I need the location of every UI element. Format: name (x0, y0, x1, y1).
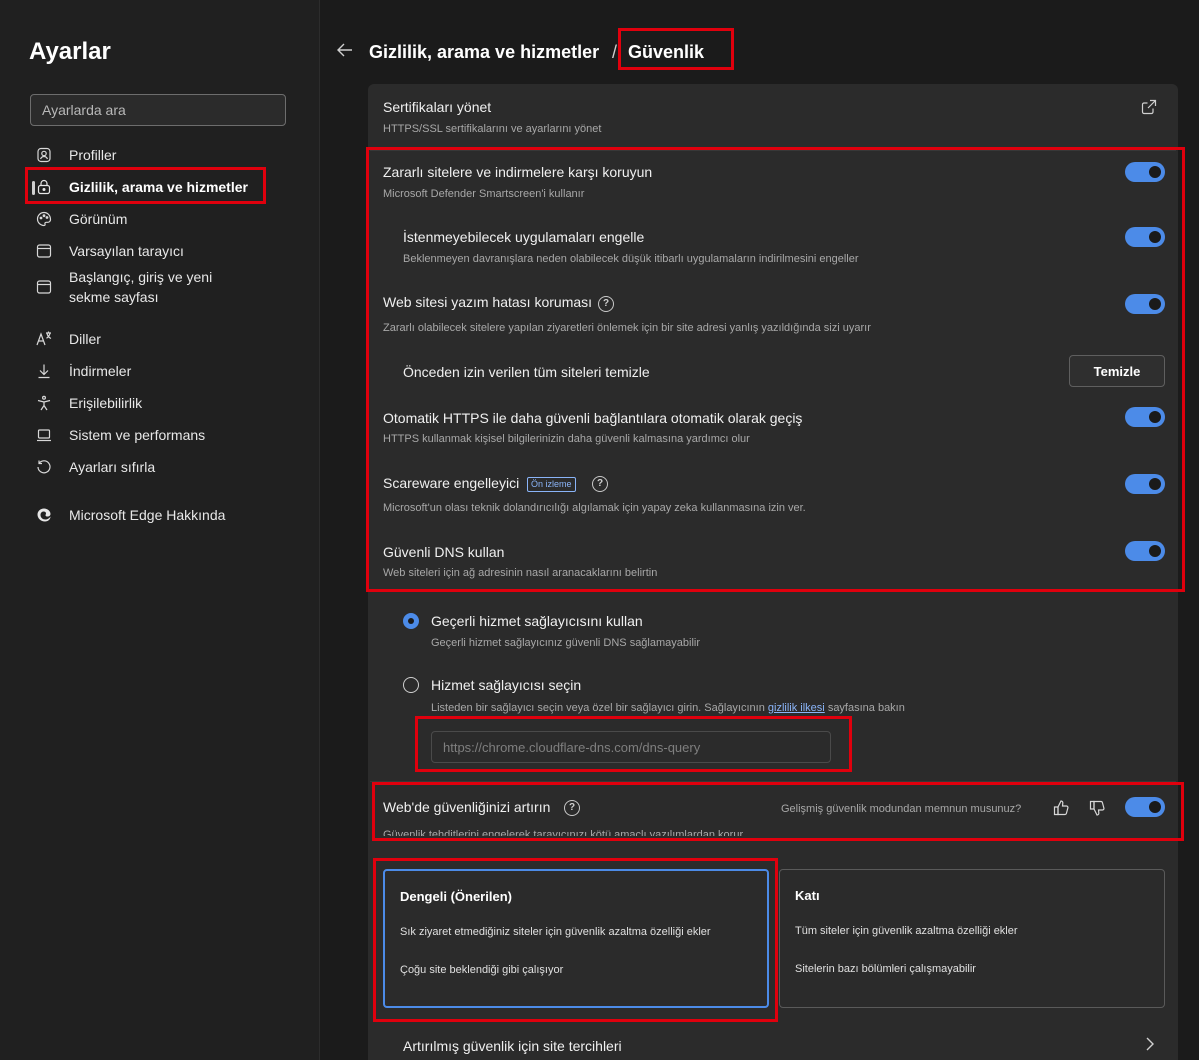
pua-desc: Beklenmeyen davranışlara neden olabilece… (403, 253, 859, 265)
sidebar-item-about[interactable]: Microsoft Edge Hakkında (34, 505, 294, 525)
mode-title: Katı (795, 888, 820, 903)
browser-icon (34, 241, 54, 261)
smartscreen-title: Zararlı sitelere ve indirmelere karşı ko… (383, 164, 653, 180)
certs-desc: HTTPS/SSL sertifikalarını ve ayarlarını … (383, 123, 602, 135)
clear-sites-button[interactable]: Temizle (1069, 355, 1165, 387)
dns-choose-provider-desc: Listeden bir sağlayıcı seçin veya özel b… (431, 702, 905, 714)
typo-protection-toggle[interactable] (1125, 294, 1165, 314)
breadcrumb-separator: / (612, 42, 618, 62)
sidebar-item-label: Varsayılan tarayıcı (69, 243, 184, 259)
secure-dns-toggle[interactable] (1125, 541, 1165, 561)
profile-icon (34, 145, 54, 165)
settings-search-input[interactable] (30, 94, 286, 126)
chevron-right-icon[interactable] (1143, 1036, 1157, 1052)
sidebar-item-default-browser[interactable]: Varsayılan tarayıcı (34, 241, 294, 261)
back-arrow-icon[interactable] (336, 41, 354, 65)
languages-icon (34, 329, 54, 349)
pua-toggle[interactable] (1125, 227, 1165, 247)
privacy-policy-link[interactable]: gizlilik ilkesi (768, 702, 825, 714)
clear-sites-title: Önceden izin verilen tüm siteleri temizl… (403, 364, 650, 380)
help-icon[interactable]: ? (598, 296, 614, 312)
secure-dns-title: Güvenli DNS kullan (383, 544, 505, 560)
sidebar-item-profiles[interactable]: Profiller (34, 145, 294, 165)
divider (370, 781, 1176, 782)
sidebar-item-label: Microsoft Edge Hakkında (69, 507, 226, 523)
typo-protection-title: Web sitesi yazım hatası koruması (383, 294, 593, 310)
certs-title[interactable]: Sertifikaları yönet (383, 99, 491, 115)
strict-mode-card[interactable]: Katı Tüm siteler için güvenlik azaltma ö… (779, 869, 1165, 1008)
settings-window: Ayarlar Profiller Gizlilik, arama ve hiz… (0, 0, 1199, 1060)
enhance-security-title: Web'de güvenliğinizi artırın (383, 799, 551, 815)
dns-choose-provider-title: Hizmet sağlayıcısı seçin (431, 677, 582, 693)
sidebar-item-label: Erişilebilirlik (69, 395, 143, 411)
mode-desc: Çoğu site beklendiği gibi çalışıyor (400, 964, 564, 976)
palette-icon (34, 209, 54, 229)
sidebar-item-accessibility[interactable]: Erişilebilirlik (34, 393, 294, 413)
scareware-desc: Microsoft'un olası teknik dolandırıcılığ… (383, 502, 806, 514)
scareware-title: Scareware engelleyici (383, 475, 520, 491)
divider (370, 150, 1176, 151)
enhance-security-toggle[interactable] (1125, 797, 1165, 817)
dns-current-provider-title: Geçerli hizmet sağlayıcısını kullan (431, 613, 643, 629)
sidebar-item-label: Görünüm (69, 211, 128, 227)
reset-icon (34, 457, 54, 477)
help-icon[interactable]: ? (564, 800, 580, 816)
desc-text: Listeden bir sağlayıcı seçin veya özel b… (431, 702, 765, 714)
desc-text: sayfasına bakın (827, 702, 905, 714)
sidebar-item-label: Diller (69, 331, 101, 347)
sidebar-item-downloads[interactable]: İndirmeler (34, 361, 294, 381)
sidebar-item-label: İndirmeler (69, 363, 132, 379)
feedback-question: Gelişmiş güvenlik modundan memnun musunu… (781, 803, 1022, 815)
secure-dns-desc: Web siteleri için ağ adresinin nasıl ara… (383, 567, 658, 579)
mode-desc: Tüm siteler için güvenlik azaltma özelli… (795, 925, 1018, 937)
auto-https-toggle[interactable] (1125, 407, 1165, 427)
sidebar: Ayarlar Profiller Gizlilik, arama ve hiz… (0, 0, 320, 1060)
sidebar-item-appearance[interactable]: Görünüm (34, 209, 294, 229)
smartscreen-desc: Microsoft Defender Smartscreen'i kullanı… (383, 188, 585, 200)
preview-badge: Ön izleme (527, 477, 576, 492)
thumbs-up-icon[interactable] (1052, 799, 1070, 817)
dns-choose-provider-radio[interactable] (403, 677, 419, 693)
pua-title: İstenmeyebilecek uygulamaları engelle (403, 229, 645, 245)
external-link-icon[interactable] (1141, 99, 1157, 115)
help-icon[interactable]: ? (592, 476, 608, 492)
dns-current-provider-radio[interactable] (403, 613, 419, 629)
mode-desc: Sitelerin bazı bölümleri çalışmayabilir (795, 963, 976, 975)
dns-provider-input[interactable] (431, 731, 831, 763)
sidebar-item-system[interactable]: Sistem ve performans (34, 425, 294, 445)
sidebar-item-label: Başlangıç, giriş ve yeni sekme sayfası (69, 269, 213, 305)
typo-protection-desc: Zararlı olabilecek sitelere yapılan ziya… (383, 322, 871, 334)
sidebar-title: Ayarlar (29, 38, 111, 65)
accessibility-icon (34, 393, 54, 413)
lock-icon (34, 177, 54, 197)
download-icon (34, 361, 54, 381)
thumbs-down-icon[interactable] (1088, 799, 1106, 817)
scareware-toggle[interactable] (1125, 474, 1165, 494)
sidebar-item-privacy[interactable]: Gizlilik, arama ve hizmetler (34, 177, 294, 197)
mode-title: Dengeli (Önerilen) (400, 889, 512, 904)
sidebar-item-startup[interactable]: Başlangıç, giriş ve yeni sekme sayfası (34, 267, 249, 307)
page-title: Güvenlik (628, 42, 705, 62)
sidebar-item-label: Sistem ve performans (69, 427, 206, 443)
auto-https-desc: HTTPS kullanmak kişisel bilgilerinizin d… (383, 433, 750, 445)
home-icon (34, 277, 54, 297)
edge-logo-icon (34, 505, 54, 525)
sidebar-item-label: Profiller (69, 147, 117, 163)
sidebar-item-languages[interactable]: Diller (34, 329, 294, 349)
sidebar-item-reset[interactable]: Ayarları sıfırla (34, 457, 294, 477)
laptop-icon (34, 425, 54, 445)
auto-https-title: Otomatik HTTPS ile daha güvenli bağlantı… (383, 410, 803, 426)
balanced-mode-card[interactable]: Dengeli (Önerilen) Sık ziyaret etmediğin… (383, 869, 769, 1008)
dns-current-provider-desc: Geçerli hizmet sağlayıcınız güvenli DNS … (431, 637, 700, 649)
site-preferences-title[interactable]: Artırılmış güvenlik için site tercihleri (403, 1038, 622, 1054)
sidebar-item-label: Gizlilik, arama ve hizmetler (69, 179, 248, 195)
enhance-security-desc: Güvenlik tehditlerini engelerek tarayıcı… (383, 829, 744, 836)
smartscreen-toggle[interactable] (1125, 162, 1165, 182)
sidebar-item-label: Ayarları sıfırla (69, 459, 156, 475)
mode-desc: Sık ziyaret etmediğiniz siteler için güv… (400, 926, 711, 938)
breadcrumb-parent[interactable]: Gizlilik, arama ve hizmetler (369, 42, 599, 63)
